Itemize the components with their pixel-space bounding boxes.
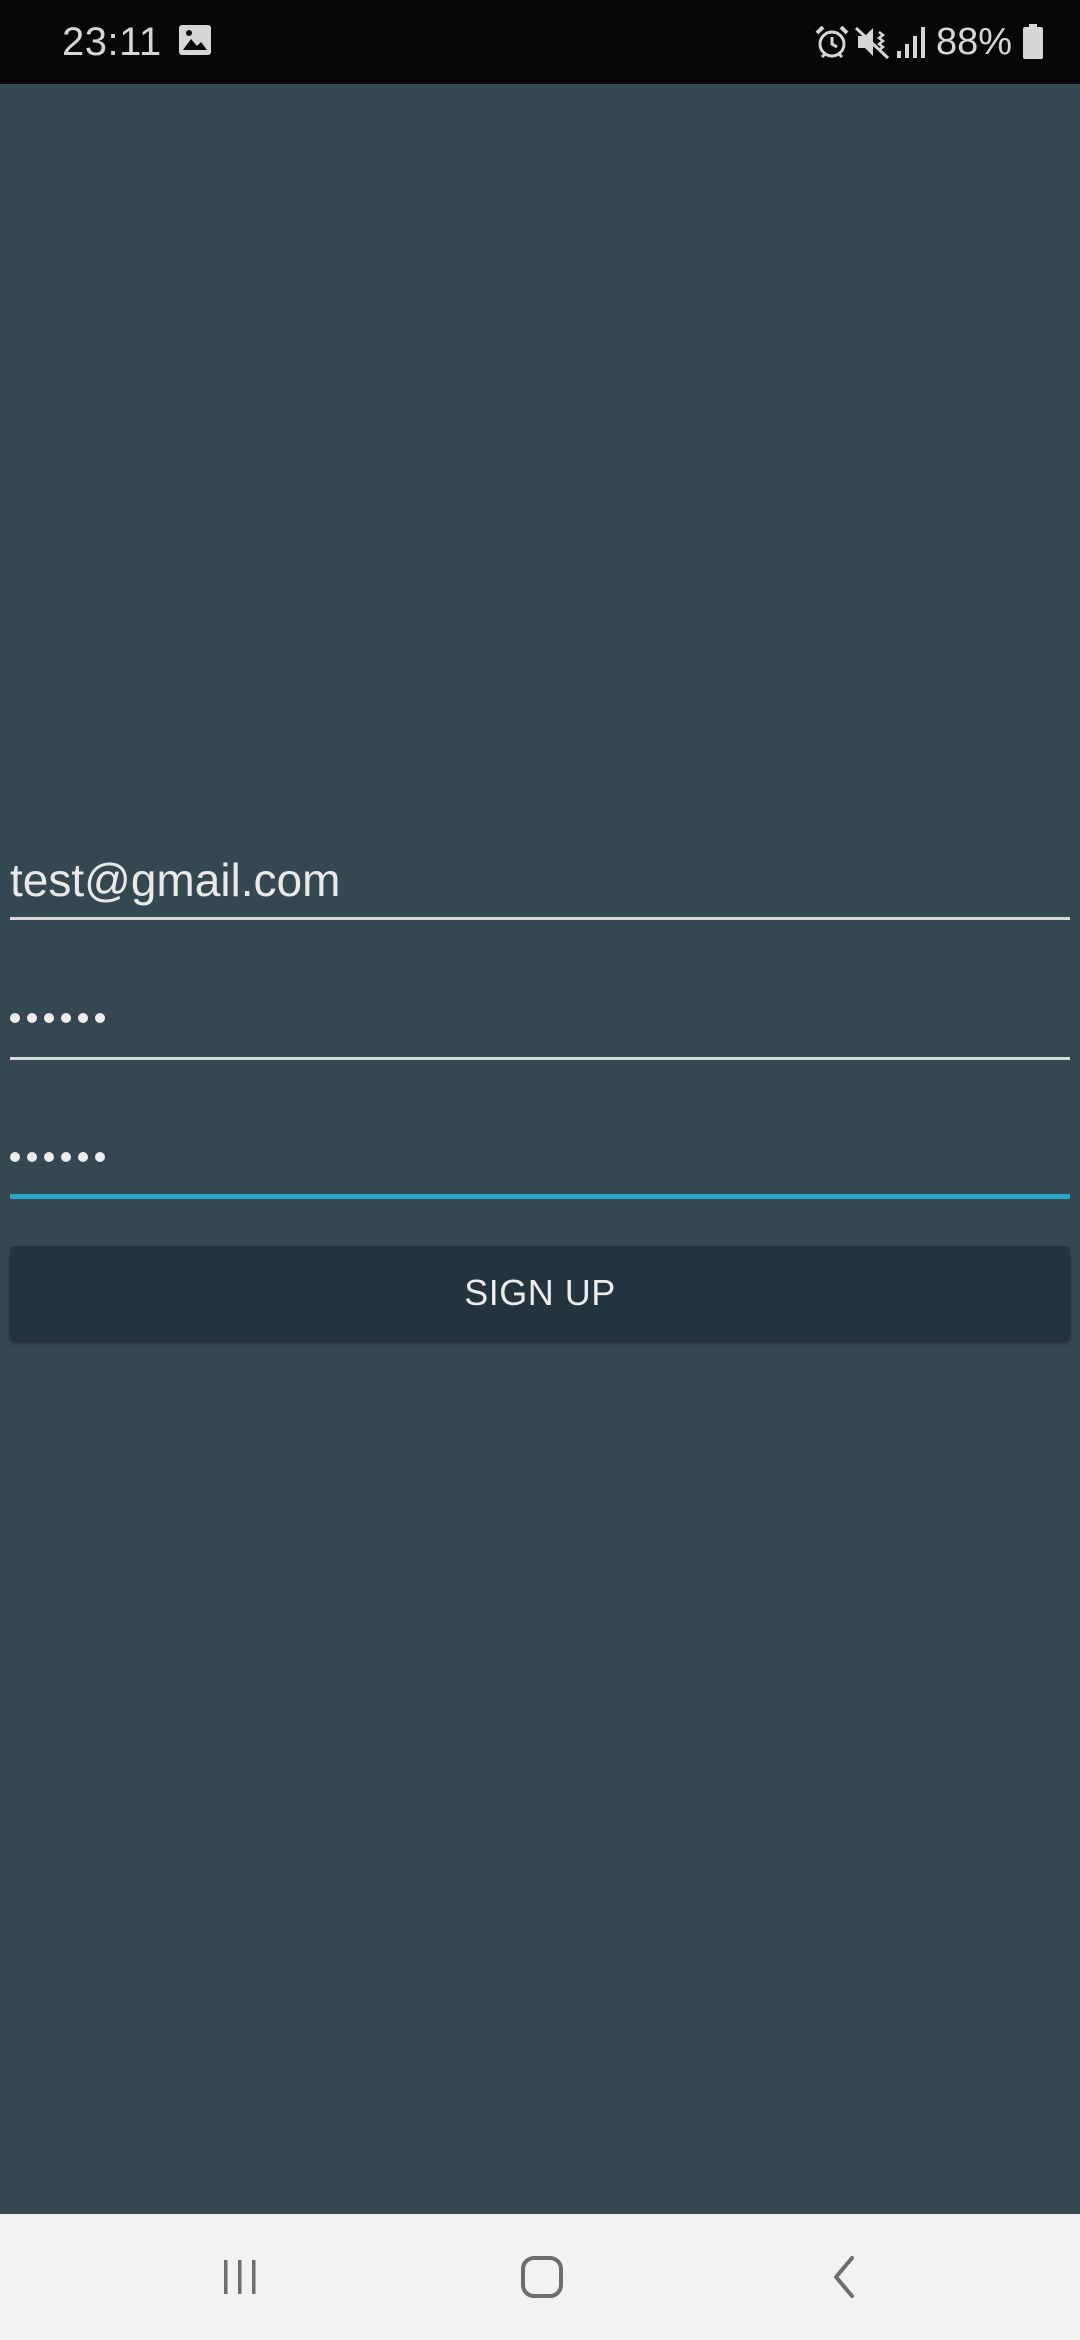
signal-icon	[896, 27, 925, 58]
confirm-password-field[interactable]	[10, 1119, 1070, 1199]
status-bar: 23:11 88%	[0, 0, 1080, 84]
battery-icon	[1023, 24, 1043, 59]
sign-up-button[interactable]: SIGN UP	[10, 1246, 1070, 1340]
password-underline	[10, 1057, 1070, 1060]
email-input[interactable]	[10, 840, 1070, 916]
battery-percent: 88%	[935, 21, 1012, 63]
status-icons: 88%	[814, 20, 1044, 64]
back-icon	[834, 2256, 854, 2298]
email-underline	[10, 917, 1070, 920]
gallery-icon	[179, 25, 211, 55]
confirm-password-underline	[10, 1194, 1070, 1199]
back-button[interactable]	[812, 2245, 876, 2309]
status-time: 23:11	[62, 20, 162, 64]
alarm-icon	[815, 25, 849, 59]
home-button[interactable]	[510, 2245, 574, 2309]
vibrate-mute-icon	[854, 26, 889, 60]
recent-apps-button[interactable]	[208, 2245, 272, 2309]
home-icon	[521, 2256, 563, 2298]
confirm-password-masked-value[interactable]	[10, 1137, 112, 1177]
password-field[interactable]	[10, 980, 1070, 1060]
recent-apps-icon	[224, 2260, 256, 2294]
navigation-bar	[0, 2214, 1080, 2340]
password-masked-value[interactable]	[10, 998, 112, 1038]
email-field[interactable]	[10, 840, 1070, 920]
